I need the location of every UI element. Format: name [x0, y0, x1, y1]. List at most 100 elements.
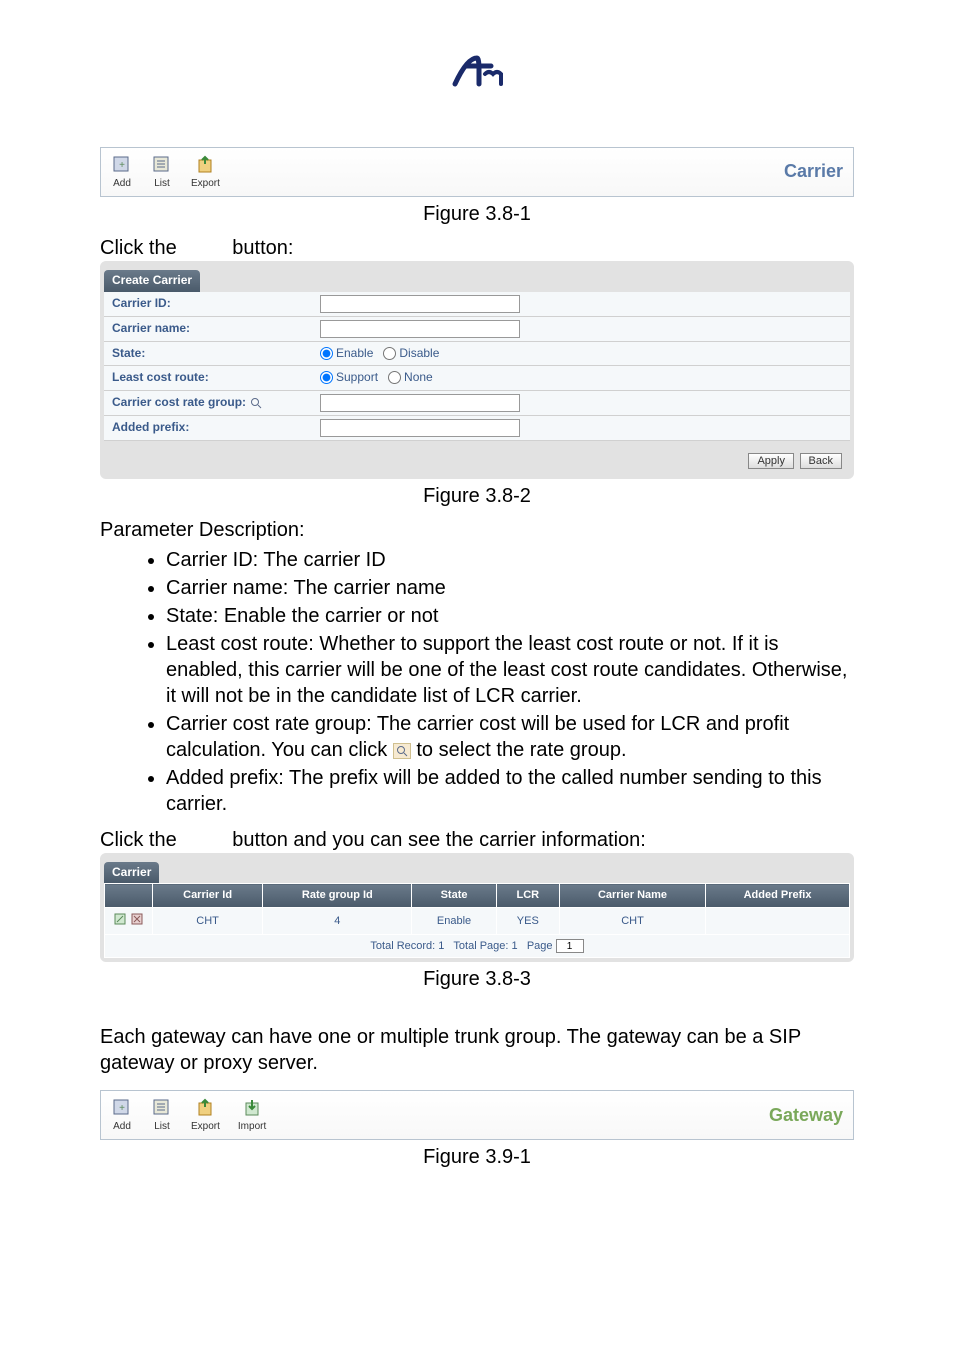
create-carrier-form: Create Carrier Carrier ID: Carrier name:… — [100, 261, 854, 479]
footer-label: Total Record: — [370, 940, 435, 952]
toolbar-title: Gateway — [769, 1104, 843, 1127]
form-header: Create Carrier — [104, 270, 200, 292]
export-button[interactable]: Export — [191, 1097, 220, 1133]
param-bullets: Carrier ID: The carrier ID Carrier name:… — [128, 547, 854, 817]
import-icon — [241, 1097, 263, 1119]
added-prefix-field[interactable] — [320, 419, 520, 437]
gateway-paragraph: Each gateway can have one or multiple tr… — [100, 1024, 854, 1076]
bullet-item: Added prefix: The prefix will be added t… — [166, 765, 854, 817]
footer-label: Total Page: — [453, 940, 508, 952]
logo-icon — [447, 50, 507, 90]
cell-added-prefix — [706, 907, 850, 934]
col-added-prefix: Added Prefix — [706, 884, 850, 907]
figure-caption: Figure 3.8-2 — [100, 483, 854, 509]
list-label: List — [154, 1120, 170, 1133]
export-icon — [194, 154, 216, 176]
text-segment: button: — [227, 237, 294, 259]
state-enable-radio[interactable] — [320, 347, 333, 360]
import-button[interactable]: Import — [238, 1097, 266, 1133]
text-segment: Click the — [100, 829, 182, 851]
list-label: List — [154, 177, 170, 190]
add-button[interactable]: + Add — [111, 1097, 133, 1133]
figure-caption: Figure 3.9-1 — [100, 1144, 854, 1170]
bullet-item: Carrier name: The carrier name — [166, 575, 854, 601]
edit-icon[interactable] — [113, 912, 127, 926]
list-icon — [151, 154, 173, 176]
text-segment: to select the rate group. — [416, 739, 626, 761]
footer-value: 1 — [512, 940, 518, 952]
add-icon: + — [111, 1097, 133, 1119]
add-icon: + — [111, 154, 133, 176]
back-button[interactable]: Back — [800, 453, 842, 469]
carrier-id-label: Carrier ID: — [104, 292, 314, 316]
carrier-toolbar: + Add List Export Carrier — [100, 147, 854, 197]
body-text: Click the button and you can see the car… — [100, 827, 854, 853]
label-text: Carrier cost rate group: — [112, 395, 246, 411]
logo — [100, 50, 854, 97]
list-button[interactable]: List — [151, 154, 173, 190]
lcr-support-radio[interactable] — [320, 371, 333, 384]
cell-lcr: YES — [496, 907, 559, 934]
gateway-toolbar: + Add List Export Import Gateway — [100, 1090, 854, 1140]
export-label: Export — [191, 1120, 220, 1133]
footer-value: 1 — [438, 940, 444, 952]
bullet-item: State: Enable the carrier or not — [166, 603, 854, 629]
radio-label: None — [404, 370, 433, 386]
carrier-id-field[interactable] — [320, 295, 520, 313]
col-rate-group-id: Rate group Id — [263, 884, 412, 907]
export-button[interactable]: Export — [191, 154, 220, 190]
col-state: State — [412, 884, 496, 907]
state-disable-radio[interactable] — [383, 347, 396, 360]
figure-caption: Figure 3.8-1 — [100, 201, 854, 227]
list-icon — [151, 1097, 173, 1119]
col-carrier-id: Carrier Id — [153, 884, 263, 907]
rate-group-label: Carrier cost rate group: — [104, 391, 314, 415]
bullet-item: Carrier cost rate group: The carrier cos… — [166, 711, 854, 763]
cell-carrier-id: CHT — [153, 907, 263, 934]
figure-caption: Figure 3.8-3 — [100, 966, 854, 992]
lcr-label: Least cost route: — [104, 366, 314, 390]
search-icon[interactable] — [393, 743, 411, 759]
footer-label: Page — [527, 940, 553, 952]
add-label: Add — [113, 177, 131, 190]
search-icon[interactable] — [250, 397, 262, 409]
delete-icon[interactable] — [130, 912, 144, 926]
lcr-none-radio[interactable] — [388, 371, 401, 384]
param-desc-heading: Parameter Description: — [100, 517, 854, 543]
bullet-item: Carrier ID: The carrier ID — [166, 547, 854, 573]
table-row: CHT 4 Enable YES CHT — [105, 907, 850, 934]
add-label: Add — [113, 1120, 131, 1133]
state-label: State: — [104, 342, 314, 366]
import-label: Import — [238, 1120, 266, 1133]
col-lcr: LCR — [496, 884, 559, 907]
list-button[interactable]: List — [151, 1097, 173, 1133]
rate-group-field[interactable] — [320, 394, 520, 412]
carrier-name-field[interactable] — [320, 320, 520, 338]
export-label: Export — [191, 177, 220, 190]
radio-label: Enable — [336, 346, 373, 362]
svg-text:+: + — [119, 160, 125, 171]
carrier-list-panel: Carrier Carrier Id Rate group Id State L… — [100, 853, 854, 963]
svg-text:+: + — [119, 1103, 125, 1114]
add-button[interactable]: + Add — [111, 154, 133, 190]
export-icon — [194, 1097, 216, 1119]
cell-rate-group-id: 4 — [263, 907, 412, 934]
apply-button[interactable]: Apply — [748, 453, 794, 469]
added-prefix-label: Added prefix: — [104, 416, 314, 440]
bullet-item: Least cost route: Whether to support the… — [166, 631, 854, 709]
text-segment: Click the — [100, 237, 182, 259]
page-input[interactable] — [556, 939, 584, 953]
body-text: Click the button: — [100, 235, 854, 261]
carrier-table: Carrier Id Rate group Id State LCR Carri… — [104, 883, 850, 958]
panel-header: Carrier — [104, 862, 159, 884]
table-footer: Total Record: 1 Total Page: 1 Page — [105, 934, 850, 958]
cell-carrier-name: CHT — [559, 907, 705, 934]
radio-label: Disable — [399, 346, 439, 362]
radio-label: Support — [336, 370, 378, 386]
text-segment: button and you can see the carrier infor… — [227, 829, 646, 851]
col-carrier-name: Carrier Name — [559, 884, 705, 907]
cell-state: Enable — [412, 907, 496, 934]
col-actions — [105, 884, 153, 907]
carrier-name-label: Carrier name: — [104, 317, 314, 341]
toolbar-title: Carrier — [784, 160, 843, 183]
